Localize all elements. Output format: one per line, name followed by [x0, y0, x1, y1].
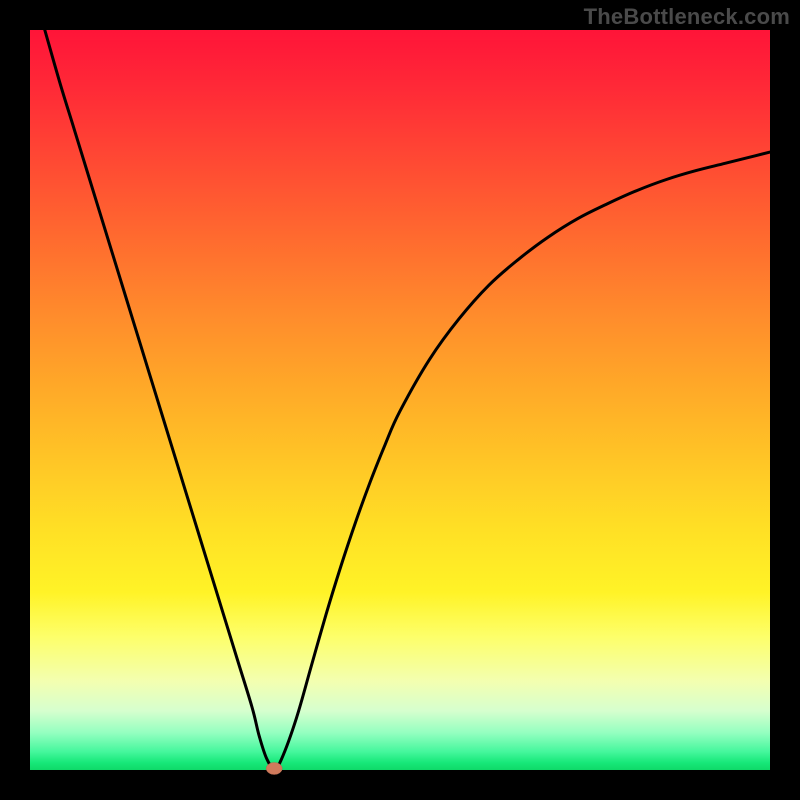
- chart-frame: TheBottleneck.com: [0, 0, 800, 800]
- curve-svg: [30, 30, 770, 770]
- optimum-marker: [266, 763, 282, 775]
- plot-area: [30, 30, 770, 770]
- watermark-text: TheBottleneck.com: [584, 4, 790, 30]
- bottleneck-curve: [45, 30, 770, 769]
